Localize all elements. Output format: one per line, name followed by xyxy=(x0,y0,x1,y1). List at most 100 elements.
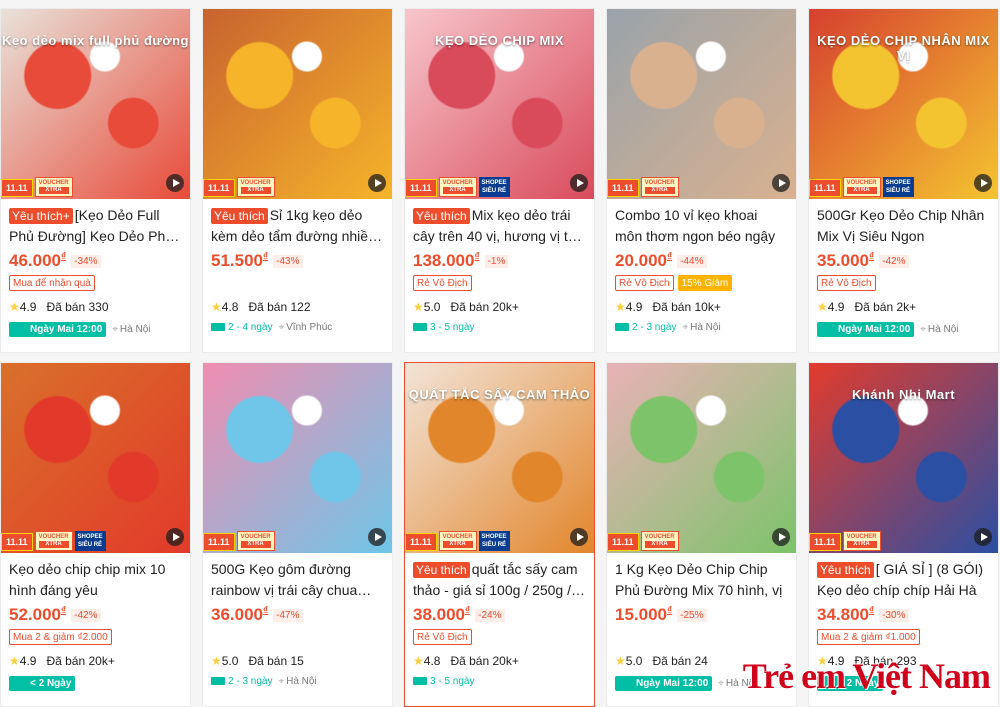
product-image[interactable]: 11.11 VOUCHERXTRA SHOPEESIÊU RẺ xyxy=(1,363,190,553)
product-card[interactable]: KẸO DẺO CHIP MIX 11.11 VOUCHERXTRA SHOPE… xyxy=(404,8,595,353)
discount-badge: -47% xyxy=(273,609,302,622)
sold-count: Đã bán 20k+ xyxy=(450,300,518,314)
location-pin-icon: ⌖ xyxy=(718,678,724,689)
voucher-badge: VOUCHERXTRA xyxy=(35,177,73,197)
product-card[interactable]: 11.11 VOUCHERXTRA 500G Kẹo gôm đường rai… xyxy=(202,362,393,707)
promo-badges: 11.11 VOUCHERXTRA xyxy=(203,177,275,197)
location: ⌖Hà Nội xyxy=(682,322,720,333)
voucher-badge: VOUCHERXTRA xyxy=(439,177,477,197)
play-video-icon[interactable] xyxy=(974,528,992,546)
product-title[interactable]: Yêu thích[ GIÁ SỈ ] (8 GÓI) Kẹo dẻo chíp… xyxy=(817,559,990,601)
stats-row: ★4.9 Đã bán 2k+ xyxy=(817,300,990,314)
product-title[interactable]: 500G Kẹo gôm đường rainbow vị trái cây c… xyxy=(211,559,384,601)
product-image[interactable]: KẸO DẺO CHIP NHÂN MIX VỊ 11.11 VOUCHERXT… xyxy=(809,9,998,199)
product-title[interactable]: Yêu thíchMix kẹo dẻo trái cây trên 40 vị… xyxy=(413,205,586,247)
play-video-icon[interactable] xyxy=(368,174,386,192)
voucher-badge: VOUCHERXTRA xyxy=(439,531,477,551)
location: ⌖Hà Nội xyxy=(112,324,150,335)
rating: ★4.9 xyxy=(817,300,844,314)
sold-count: Đã bán 15 xyxy=(248,654,303,668)
stats-row: ★4.8 Đã bán 20k+ xyxy=(413,654,586,668)
event-badge: 11.11 xyxy=(203,533,235,551)
play-video-icon[interactable] xyxy=(570,174,588,192)
event-badge: 11.11 xyxy=(1,533,33,551)
play-video-icon[interactable] xyxy=(570,528,588,546)
play-video-icon[interactable] xyxy=(166,528,184,546)
product-image[interactable]: 11.11 VOUCHERXTRA xyxy=(203,9,392,199)
product-title[interactable]: Kẹo dẻo chip chip mix 10 hình đáng yêu xyxy=(9,559,182,601)
product-title[interactable]: Yêu thíchSỉ 1kg kẹo dẻo kèm dẻo tẩm đườn… xyxy=(211,205,384,247)
product-card[interactable]: Kẹo dẻo mix full phủ đường 11.11 VOUCHER… xyxy=(0,8,191,353)
product-grid: Kẹo dẻo mix full phủ đường 11.11 VOUCHER… xyxy=(0,8,1000,707)
event-badge: 11.11 xyxy=(809,179,841,197)
discount-badge: -44% xyxy=(677,255,706,268)
promo-badges: 11.11 VOUCHERXTRA xyxy=(809,531,881,551)
promo-row xyxy=(211,275,384,297)
product-image[interactable]: 11.11 VOUCHERXTRA xyxy=(607,363,796,553)
promo-row: Rẻ Vô Địch xyxy=(817,275,990,297)
truck-icon xyxy=(619,679,633,687)
product-title[interactable]: Yêu thích+[Kẹo Dẻo Full Phủ Đường] Kẹo D… xyxy=(9,205,182,247)
product-price: 20.000₫ xyxy=(615,251,672,271)
discount-badge: -24% xyxy=(475,609,504,622)
voucher-badge: VOUCHERXTRA xyxy=(641,177,679,197)
product-title[interactable]: 500Gr Kẹo Dẻo Chip Nhân Mix Vị Siêu Ngon xyxy=(817,205,990,247)
product-image[interactable]: KẸO DẺO CHIP MIX 11.11 VOUCHERXTRA SHOPE… xyxy=(405,9,594,199)
promo-row: Mua để nhận quà xyxy=(9,275,182,297)
voucher-badge: VOUCHERXTRA xyxy=(35,531,73,551)
play-video-icon[interactable] xyxy=(772,528,790,546)
location: ⌖Hà Nội xyxy=(278,676,316,687)
shopee-sieu-re-badge: SHOPEESIÊU RẺ xyxy=(479,531,510,551)
product-price: 138.000₫ xyxy=(413,251,480,271)
truck-icon xyxy=(413,323,427,331)
play-video-icon[interactable] xyxy=(974,174,992,192)
sold-count: Đã bán 20k+ xyxy=(46,654,114,668)
shipping-row: 3 - 5 ngày xyxy=(413,322,586,333)
promo-badges: 11.11 VOUCHERXTRA xyxy=(1,177,73,197)
play-video-icon[interactable] xyxy=(166,174,184,192)
delivery-days: 2 - 4 ngày xyxy=(211,322,272,333)
product-card[interactable]: 11.11 VOUCHERXTRA Yêu thíchSỉ 1kg kẹo dẻ… xyxy=(202,8,393,353)
promo-label: Mua 2 & giảm ₫1.000 xyxy=(817,629,920,645)
discount-badge: -1% xyxy=(485,255,509,268)
favorite-tag: Yêu thích xyxy=(211,208,268,224)
play-video-icon[interactable] xyxy=(772,174,790,192)
product-image[interactable]: QUẤT TẮC SẤY CAM THẢO 11.11 VOUCHERXTRA … xyxy=(405,363,594,553)
shipping-row: < 2 Ngày xyxy=(9,676,182,691)
delivery-days: 2 - 3 ngày xyxy=(615,322,676,333)
promo-badges: 11.11 VOUCHERXTRA xyxy=(607,531,679,551)
voucher-badge: VOUCHERXTRA xyxy=(843,177,881,197)
play-video-icon[interactable] xyxy=(368,528,386,546)
product-card[interactable]: 11.11 VOUCHERXTRA SHOPEESIÊU RẺ Kẹo dẻo … xyxy=(0,362,191,707)
shipping-row: Ngày Mai 12:00 ⌖Hà Nội xyxy=(817,322,990,337)
product-image[interactable]: Khánh Nhi Mart 11.11 VOUCHERXTRA xyxy=(809,363,998,553)
stats-row: ★4.9 Đã bán 20k+ xyxy=(9,654,182,668)
discount-badge: -43% xyxy=(273,255,302,268)
promo-label: Mua để nhận quà xyxy=(9,275,95,291)
image-caption: Khánh Nhi Mart xyxy=(809,387,998,402)
product-card[interactable]: QUẤT TẮC SẤY CAM THẢO 11.11 VOUCHERXTRA … xyxy=(404,362,595,707)
discount-badge: -30% xyxy=(879,609,908,622)
shipping-row: 2 - 4 ngày ⌖Vĩnh Phúc xyxy=(211,322,384,333)
star-icon: ★ xyxy=(211,300,222,314)
stats-row: ★5.0 Đã bán 20k+ xyxy=(413,300,586,314)
product-title[interactable]: Yêu thíchquất tắc sấy cam thảo - giá sỉ … xyxy=(413,559,586,601)
product-image[interactable]: 11.11 VOUCHERXTRA xyxy=(203,363,392,553)
promo-row: Rẻ Vô Địch xyxy=(413,629,586,651)
favorite-tag: Yêu thích xyxy=(817,562,874,578)
fast-delivery-badge: Ngày Mai 12:00 xyxy=(9,322,106,337)
stats-row: ★4.9 Đã bán 330 xyxy=(9,300,182,314)
stats-row: ★5.0 Đã bán 15 xyxy=(211,654,384,668)
stats-row: ★4.9 Đã bán 10k+ xyxy=(615,300,788,314)
star-icon: ★ xyxy=(9,300,20,314)
product-title[interactable]: 1 Kg Kẹo Dẻo Chip Chip Phủ Đường Mix 70 … xyxy=(615,559,788,601)
product-card[interactable]: 11.11 VOUCHERXTRA Combo 10 vỉ kẹo khoai … xyxy=(606,8,797,353)
favorite-tag: Yêu thích+ xyxy=(9,208,73,224)
product-image[interactable]: Kẹo dẻo mix full phủ đường 11.11 VOUCHER… xyxy=(1,9,190,199)
product-card[interactable]: KẸO DẺO CHIP NHÂN MIX VỊ 11.11 VOUCHERXT… xyxy=(808,8,999,353)
rating: ★4.8 xyxy=(413,654,440,668)
product-image[interactable]: 11.11 VOUCHERXTRA xyxy=(607,9,796,199)
rating: ★4.8 xyxy=(211,300,238,314)
fast-delivery-badge: Ngày Mai 12:00 xyxy=(817,322,914,337)
product-title[interactable]: Combo 10 vỉ kẹo khoai môn thơm ngon béo … xyxy=(615,205,788,247)
